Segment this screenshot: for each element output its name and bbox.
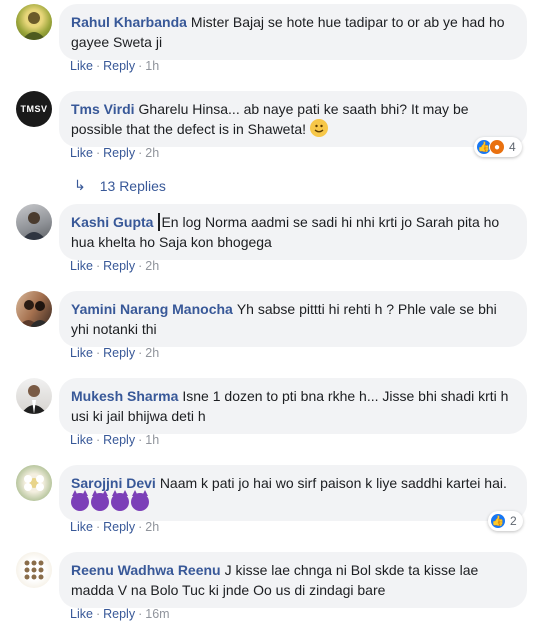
avatar[interactable] — [16, 204, 52, 240]
view-replies-link[interactable]: ↳ 13 Replies — [74, 177, 166, 194]
comment-actions: Like · Reply · 16m — [70, 607, 170, 621]
comment-bubble: Tms Virdi Gharelu Hinsa... ab naye pati k… — [59, 91, 527, 147]
reaction-summary[interactable]: 👍 ● 4 — [474, 137, 522, 157]
pattern-avatar-icon — [24, 560, 44, 580]
reply-link[interactable]: Reply — [103, 146, 135, 160]
person-avatar-icon — [18, 300, 50, 327]
comment-text: Naam k pati jo hai wo sirf paison k liye… — [159, 475, 507, 491]
avatar[interactable] — [16, 465, 52, 501]
like-link[interactable]: Like — [70, 59, 93, 73]
like-link[interactable]: Like — [70, 146, 93, 160]
avatar[interactable] — [16, 378, 52, 414]
separator: · — [138, 607, 143, 621]
avatar[interactable]: TMSV — [16, 91, 52, 127]
reaction-count: 4 — [509, 140, 516, 154]
avatar[interactable] — [16, 552, 52, 588]
angry-reaction-icon: ● — [489, 139, 505, 155]
replies-label: 13 Replies — [99, 177, 166, 194]
separator: · — [95, 59, 101, 73]
comment-timestamp[interactable]: 16m — [145, 607, 169, 621]
comment-bubble: Rahul Kharbanda Mister Bajaj se hote hue … — [59, 4, 527, 60]
comment-bubble: Reenu Wadhwa Reenu J kisse lae chnga ni B… — [59, 552, 527, 608]
comment-actions: Like · Reply · 1h — [70, 433, 159, 447]
emoji-row — [71, 490, 151, 511]
devil-emoji-icon — [111, 490, 129, 511]
avatar-logo-text: TMSV — [20, 104, 48, 114]
comment-actions: Like · Reply · 2h — [70, 146, 159, 160]
comment-author[interactable]: Tms Virdi — [71, 101, 135, 117]
comment-bubble: Yamini Narang Manocha Yh sabse pittti hi … — [59, 291, 527, 347]
reply-link[interactable]: Reply — [103, 59, 135, 73]
comment-author[interactable]: Yamini Narang Manocha — [71, 301, 233, 317]
like-link[interactable]: Like — [70, 433, 93, 447]
comment-timestamp[interactable]: 1h — [145, 433, 159, 447]
devil-emoji-icon — [131, 490, 149, 511]
separator: · — [95, 346, 101, 360]
like-link[interactable]: Like — [70, 520, 93, 534]
reply-arrow-icon: ↳ — [74, 177, 86, 193]
reply-link[interactable]: Reply — [103, 520, 135, 534]
separator: · — [138, 520, 143, 534]
like-reaction-icon: 👍 — [490, 513, 506, 529]
comment-bubble: Sarojjni Devi Naam k pati jo hai wo sirf … — [59, 465, 527, 521]
comment-author[interactable]: Mukesh Sharma — [71, 388, 178, 404]
separator: · — [95, 146, 101, 160]
flower-avatar-icon — [24, 475, 44, 491]
devil-emoji-icon — [91, 490, 109, 511]
separator: · — [138, 259, 143, 273]
separator: · — [95, 259, 101, 273]
separator: · — [138, 146, 143, 160]
comment-author[interactable]: Kashi Gupta — [71, 214, 153, 230]
person-avatar-icon — [22, 12, 46, 40]
separator: · — [95, 433, 101, 447]
reaction-summary[interactable]: 👍 2 — [488, 511, 523, 531]
like-link[interactable]: Like — [70, 346, 93, 360]
comment-actions: Like · Reply · 1h — [70, 59, 159, 73]
reply-link[interactable]: Reply — [103, 433, 135, 447]
reply-link[interactable]: Reply — [103, 607, 135, 621]
comment-actions: Like · Reply · 2h — [70, 346, 159, 360]
comment-author[interactable]: Reenu Wadhwa Reenu — [71, 562, 221, 578]
reply-link[interactable]: Reply — [103, 259, 135, 273]
person-avatar-icon — [21, 385, 47, 414]
like-link[interactable]: Like — [70, 259, 93, 273]
separator: · — [95, 607, 101, 621]
comment-author[interactable]: Sarojjni Devi — [71, 475, 156, 491]
comment-timestamp[interactable]: 1h — [145, 59, 159, 73]
comment-actions: Like · Reply · 2h — [70, 259, 159, 273]
like-link[interactable]: Like — [70, 607, 93, 621]
smile-emoji-icon — [309, 119, 328, 137]
separator: · — [138, 433, 143, 447]
separator: · — [138, 59, 143, 73]
devil-emoji-icon — [71, 490, 89, 511]
avatar[interactable] — [16, 291, 52, 327]
comment-author[interactable]: Rahul Kharbanda — [71, 14, 187, 30]
separator: · — [138, 346, 143, 360]
comment-timestamp[interactable]: 2h — [145, 146, 159, 160]
separator: · — [95, 520, 101, 534]
person-avatar-icon — [22, 212, 46, 240]
comment-timestamp[interactable]: 2h — [145, 346, 159, 360]
comment-bubble: Mukesh Sharma Isne 1 dozen to pti bna rkh… — [59, 378, 527, 434]
avatar[interactable] — [16, 4, 52, 40]
comment-bubble: Kashi Gupta En log Norma aadmi se sadi hi… — [59, 204, 527, 260]
reply-link[interactable]: Reply — [103, 346, 135, 360]
reaction-count: 2 — [510, 514, 517, 528]
comment-timestamp[interactable]: 2h — [145, 259, 159, 273]
comment-actions: Like · Reply · 2h — [70, 520, 159, 534]
comment-timestamp[interactable]: 2h — [145, 520, 159, 534]
